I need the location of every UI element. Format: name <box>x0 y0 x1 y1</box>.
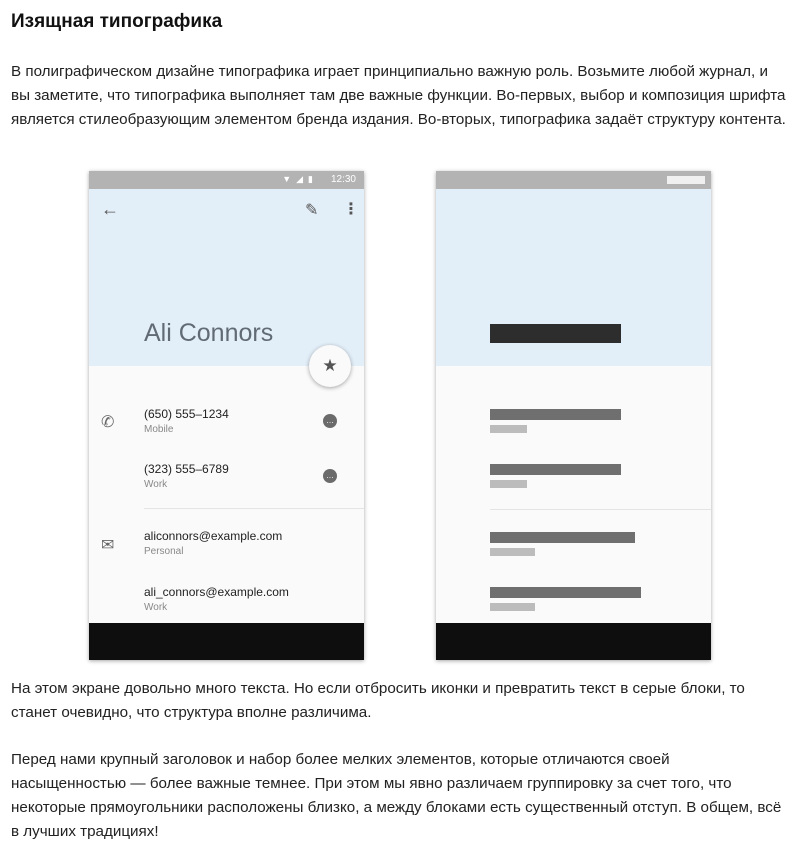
email-address-1[interactable]: aliconnors@example.com <box>144 529 282 543</box>
secondary-text-block <box>490 548 535 556</box>
contact-screen-mockup: ▼◢▮ 12:30 ← ✎ ⋮ Ali Connors ★ ✆ (650) 55… <box>89 171 364 660</box>
primary-text-block <box>490 532 635 543</box>
secondary-text-block <box>490 425 527 433</box>
status-bar: ▼◢▮ 12:30 <box>89 171 364 189</box>
primary-text-block <box>490 409 621 420</box>
phone-icon: ✆ <box>101 414 115 431</box>
email-type-2: Work <box>144 602 168 613</box>
primary-text-block <box>490 464 621 475</box>
phone-type-1: Mobile <box>144 424 174 435</box>
body-paragraph-3: Перед нами крупный заголовок и набор бол… <box>11 751 782 840</box>
more-vert-icon[interactable]: ⋮ <box>343 199 359 219</box>
body-paragraph-2: На этом экране довольно много текста. Но… <box>11 680 745 721</box>
intro-paragraph: В полиграфическом дизайне типографика иг… <box>11 63 786 128</box>
email-type-1: Personal <box>144 546 184 557</box>
phone-number-2[interactable]: (323) 555–6789 <box>144 462 229 476</box>
signal-icons: ▼◢▮ <box>282 174 318 184</box>
article-title: Изящная типографика <box>11 11 223 32</box>
phone-type-2: Work <box>144 479 168 490</box>
phone-number-1[interactable]: (650) 555–1234 <box>144 407 229 421</box>
section-divider <box>490 509 711 510</box>
wireframe-screen-mockup <box>436 171 711 660</box>
secondary-text-block <box>490 603 535 611</box>
status-block <box>667 176 705 184</box>
pencil-icon[interactable]: ✎ <box>305 200 318 220</box>
status-bar <box>436 171 711 189</box>
chat-bubble-icon[interactable]: … <box>323 414 337 428</box>
arrow-back-icon[interactable]: ← <box>101 199 119 220</box>
email-address-2[interactable]: ali_connors@example.com <box>144 585 289 599</box>
contact-name: Ali Connors <box>144 319 274 347</box>
title-block <box>490 324 621 343</box>
navigation-bar <box>436 623 711 660</box>
chat-bubble-icon[interactable]: … <box>323 469 337 483</box>
navigation-bar <box>89 623 364 660</box>
status-time: 12:30 <box>330 174 356 185</box>
secondary-text-block <box>490 480 527 488</box>
section-divider <box>144 508 364 509</box>
mail-icon: ✉ <box>101 537 115 554</box>
primary-text-block <box>490 587 641 598</box>
favorite-button[interactable]: ★ <box>309 345 351 387</box>
star-icon: ★ <box>322 356 338 375</box>
